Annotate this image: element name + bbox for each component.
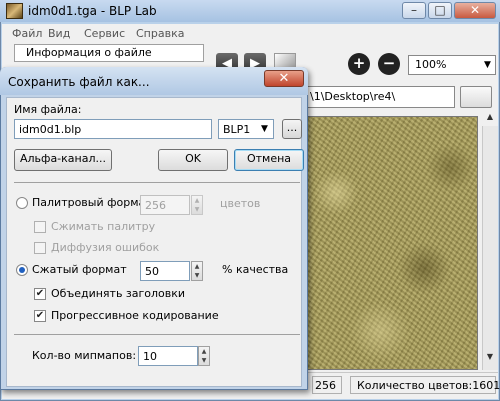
divider [14, 182, 300, 183]
quality-unit-label: % качества [222, 263, 289, 276]
cancel-button[interactable]: Отмена [234, 149, 304, 171]
colors-spinner-buttons[interactable]: ▲ ▼ [191, 195, 203, 215]
colors-unit-label: цветов [220, 197, 261, 210]
dialog-title: Сохранить файл как... [8, 75, 150, 89]
texture-preview [300, 116, 478, 370]
chevron-down-icon: ▼ [484, 60, 491, 70]
progressive-label: Прогрессивное кодирование [51, 309, 219, 322]
window-title: idm0d1.tga - BLP Lab [28, 4, 157, 18]
merge-headers-checkbox[interactable]: ✔ [34, 288, 46, 300]
file-info-label: Информация о файле [26, 46, 152, 59]
filename-input[interactable] [14, 119, 212, 139]
menu-help[interactable]: Справка [136, 27, 184, 40]
browse-button[interactable]: ... [282, 119, 302, 139]
maximize-button[interactable]: □ [428, 2, 452, 19]
scroll-up-icon[interactable]: ▲ [484, 112, 496, 126]
mipmaps-label: Кол-во мипмапов: [32, 349, 137, 362]
menu-service[interactable]: Сервис [84, 27, 125, 40]
mipmaps-spinner-buttons[interactable]: ▲ ▼ [198, 346, 210, 366]
compress-palette-label: Сжимать палитру [51, 220, 156, 233]
divider [14, 334, 300, 335]
vertical-scrollbar[interactable] [482, 126, 498, 370]
dialog-close-button[interactable]: ✕ [264, 70, 304, 87]
quality-input[interactable]: 50 [140, 261, 190, 281]
quality-spinner-buttons[interactable]: ▲ ▼ [191, 261, 203, 281]
colors-count-input[interactable]: 256 [140, 195, 190, 215]
palette-format-radio[interactable] [16, 197, 28, 209]
close-window-button[interactable]: ✕ [454, 2, 496, 19]
status-cell-left: 256 [312, 376, 342, 394]
dither-checkbox[interactable] [34, 242, 46, 254]
compressed-format-label: Сжатый формат [32, 263, 127, 276]
path-browse-button[interactable] [460, 86, 492, 108]
zoom-out-icon[interactable]: − [378, 53, 400, 75]
app-icon [6, 3, 23, 19]
alpha-channel-button[interactable]: Альфа-канал... [14, 149, 112, 171]
zoom-in-icon[interactable]: + [348, 53, 370, 75]
mipmaps-input[interactable]: 10 [138, 346, 198, 366]
status-color-count: Количество цветов:16010 [350, 376, 500, 394]
merge-headers-label: Объединять заголовки [51, 287, 186, 300]
minimize-button[interactable]: – [402, 2, 426, 19]
chevron-down-icon: ▼ [261, 124, 268, 134]
menu-bar [2, 24, 498, 44]
menu-file[interactable]: Файл [12, 27, 42, 40]
scroll-down-icon[interactable]: ▼ [484, 352, 496, 366]
compress-palette-checkbox[interactable] [34, 221, 46, 233]
compressed-format-radio[interactable] [16, 264, 28, 276]
ok-button[interactable]: OK [158, 149, 228, 171]
filename-label: Имя файла: [14, 103, 82, 116]
path-field[interactable]: \1\Desktop\re4\ [305, 86, 455, 108]
progressive-checkbox[interactable]: ✔ [34, 310, 46, 322]
palette-format-label: Палитровый формат [32, 196, 152, 209]
menu-view[interactable]: Вид [48, 27, 70, 40]
dither-label: Диффузия ошибок [51, 241, 160, 254]
zoom-select[interactable]: 100% [408, 55, 496, 75]
